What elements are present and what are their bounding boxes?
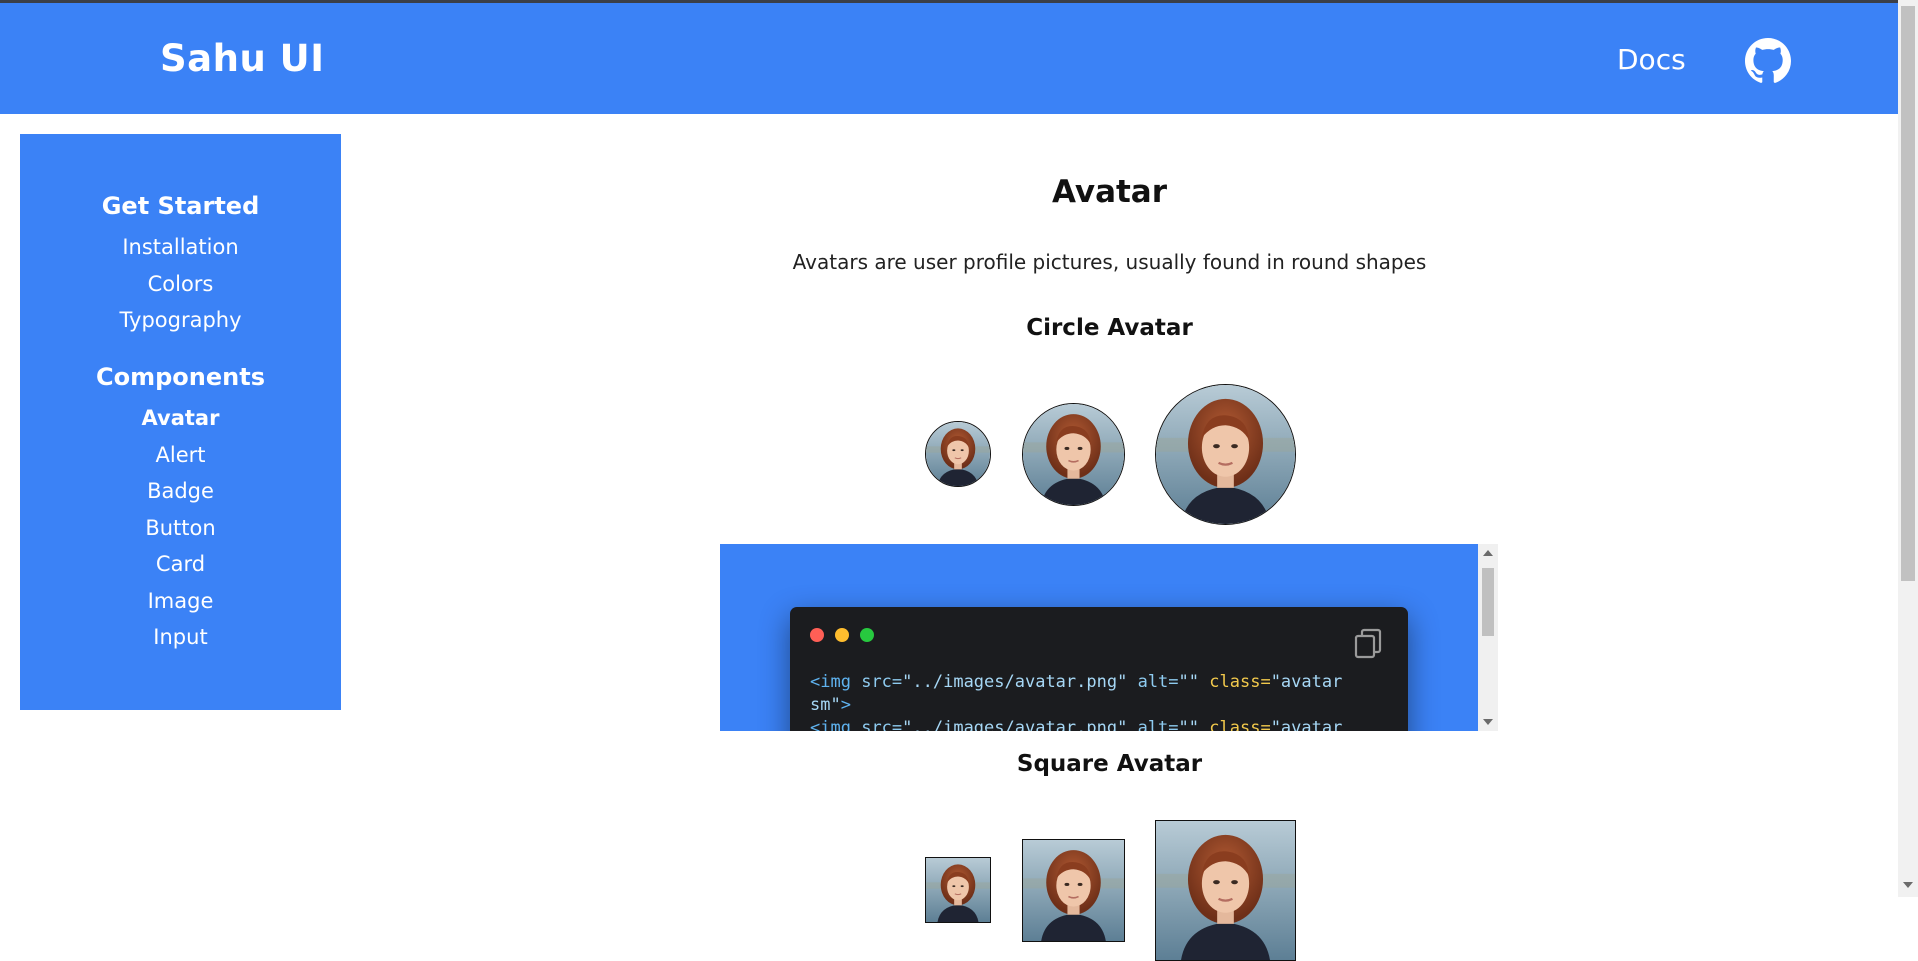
page-scroll-thumb[interactable]: [1901, 6, 1915, 581]
sidebar-item-colors[interactable]: Colors: [20, 272, 341, 296]
github-icon[interactable]: [1745, 38, 1791, 84]
avatar-square-small: [925, 857, 991, 923]
docs-link[interactable]: Docs: [1617, 43, 1686, 76]
avatar-square-large: [1155, 820, 1296, 961]
top-navbar: Sahu UI Docs: [0, 3, 1898, 114]
avatar-circle-small: [925, 421, 991, 487]
sidebar-item-avatar[interactable]: Avatar: [20, 406, 341, 430]
sidebar: Get Started Installation Colors Typograp…: [20, 134, 341, 710]
page-title: Avatar: [1051, 174, 1168, 210]
square-avatar-heading: Square Avatar: [1016, 751, 1203, 777]
sidebar-item-typography[interactable]: Typography: [20, 308, 341, 332]
scroll-up-arrow-icon[interactable]: [1483, 550, 1493, 556]
window-minimize-dot: [835, 628, 849, 642]
sidebar-item-card[interactable]: Card: [20, 552, 341, 576]
scroll-down-arrow-icon[interactable]: [1483, 719, 1493, 725]
circle-avatar-heading: Circle Avatar: [1026, 315, 1193, 341]
avatar-circle-medium: [1022, 403, 1125, 506]
window-close-dot: [810, 628, 824, 642]
code-window: <img src="../images/avatar.png" alt="" c…: [790, 607, 1408, 731]
avatar-circle-large: [1155, 384, 1296, 525]
code-preview-panel[interactable]: <img src="../images/avatar.png" alt="" c…: [720, 544, 1478, 731]
page-description: Avatars are user profile pictures, usual…: [792, 250, 1427, 274]
page-scroll-down-arrow-icon[interactable]: [1903, 882, 1913, 888]
sidebar-heading-get-started: Get Started: [101, 192, 260, 220]
avatar-square-medium: [1022, 839, 1125, 942]
sidebar-item-image[interactable]: Image: [20, 589, 341, 613]
code-panel-scroll-thumb[interactable]: [1482, 568, 1494, 636]
sidebar-item-installation[interactable]: Installation: [20, 235, 341, 259]
code-snippet: <img src="../images/avatar.png" alt="" c…: [810, 672, 1343, 731]
code-panel-scrollbar[interactable]: [1478, 544, 1498, 731]
page-scrollbar[interactable]: [1898, 0, 1918, 897]
sidebar-item-input[interactable]: Input: [20, 625, 341, 649]
sidebar-item-badge[interactable]: Badge: [20, 479, 341, 503]
brand-logo[interactable]: Sahu UI: [160, 37, 325, 80]
sidebar-heading-components: Components: [96, 363, 265, 391]
sidebar-item-alert[interactable]: Alert: [20, 443, 341, 467]
sidebar-item-button[interactable]: Button: [20, 516, 341, 540]
copy-icon[interactable]: [1353, 627, 1383, 659]
window-maximize-dot: [860, 628, 874, 642]
main-content: Avatar Avatars are user profile pictures…: [341, 114, 1898, 961]
